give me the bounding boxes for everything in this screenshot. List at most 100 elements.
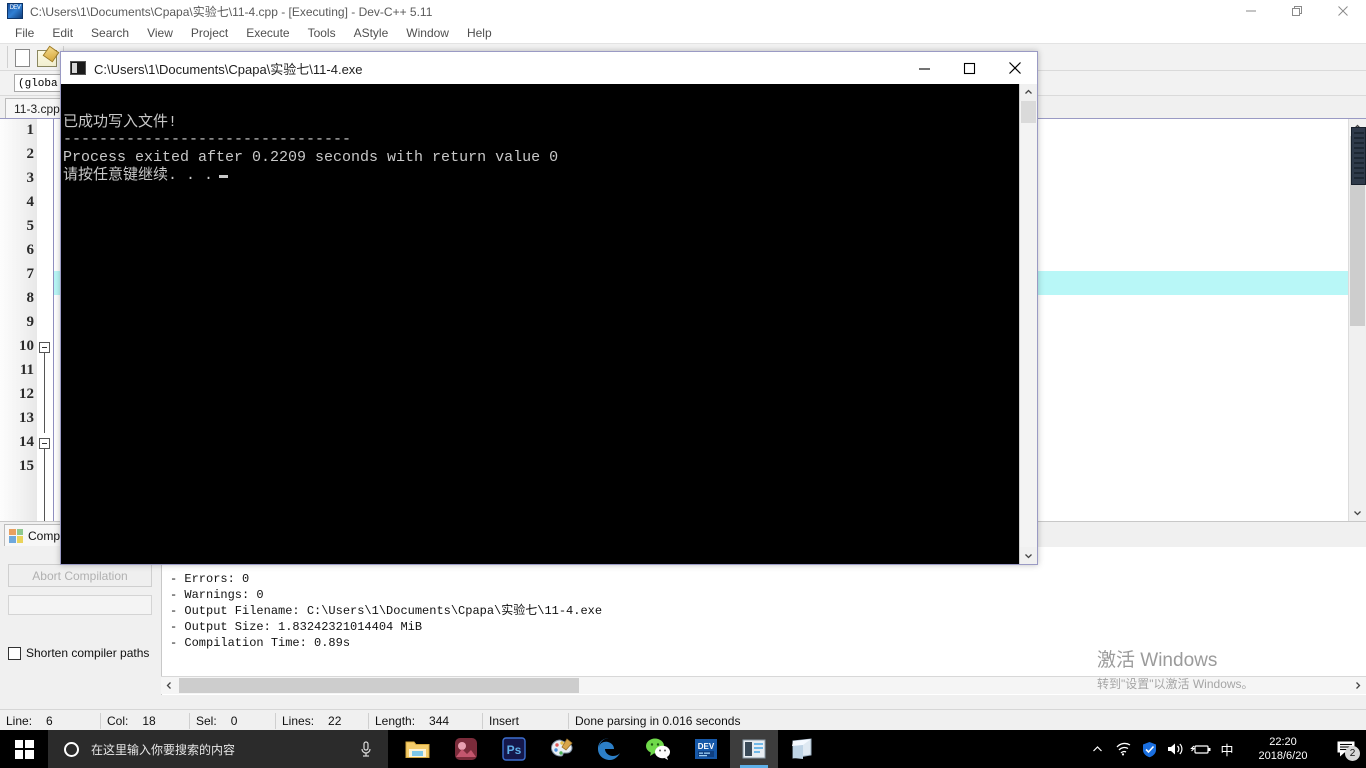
status-sel-value: 0 <box>230 713 238 728</box>
menu-edit[interactable]: Edit <box>43 24 82 42</box>
log-line: - Output Filename: C:\Users\1\Documents\… <box>170 604 603 618</box>
windows-start-button[interactable] <box>0 730 48 768</box>
windows-logo-icon <box>14 739 34 759</box>
menu-project[interactable]: Project <box>182 24 237 42</box>
clock-time: 22:20 <box>1269 736 1297 748</box>
compiler-controls: Abort Compilation Shorten compiler paths <box>0 547 160 710</box>
status-sel: Sel: 0 <box>190 710 275 731</box>
scrollbar-grip-icon <box>1351 127 1366 185</box>
compiler-tab-icon <box>9 528 23 543</box>
line-number: 12 <box>19 386 34 402</box>
hscrollbar-thumb[interactable] <box>179 678 579 693</box>
scroll-left-icon[interactable] <box>161 677 178 694</box>
new-file-icon[interactable] <box>15 49 30 67</box>
console-vertical-scrollbar[interactable] <box>1019 84 1037 564</box>
menu-help[interactable]: Help <box>458 24 501 42</box>
console-title: C:\Users\1\Documents\Cpapa\实验七\11-4.exe <box>94 61 363 77</box>
menu-astyle[interactable]: AStyle <box>345 24 398 42</box>
line-number: 10 <box>19 338 34 354</box>
taskbar-search-box[interactable]: 在这里输入你要搜索的内容 <box>48 730 388 768</box>
svg-text:Ps: Ps <box>507 743 522 757</box>
action-center-button[interactable]: 2 <box>1326 730 1366 768</box>
status-line: Line: 6 <box>0 710 100 731</box>
scroll-down-icon[interactable] <box>1349 504 1366 521</box>
line-number: 14 <box>19 434 34 450</box>
panel-tab-label: Comp <box>28 528 61 543</box>
console-maximize-button[interactable] <box>947 52 992 84</box>
search-placeholder: 在这里输入你要搜索的内容 <box>91 742 236 757</box>
status-message: Done parsing in 0.016 seconds <box>575 713 741 728</box>
menu-search[interactable]: Search <box>82 24 138 42</box>
taskbar-app-console-window[interactable] <box>730 730 778 768</box>
open-file-icon[interactable] <box>37 50 57 67</box>
shorten-compiler-paths-checkbox[interactable] <box>8 646 21 660</box>
taskbar-app-notepad-app[interactable] <box>778 730 826 768</box>
cortana-circle-icon <box>64 741 79 757</box>
ime-language-indicator[interactable]: 中 <box>1214 730 1240 768</box>
line-number-gutter: 1 2 3 4 5 6 7 8 9 10 11 12 13 14 15 <box>0 119 37 521</box>
console-window-controls <box>902 52 1037 84</box>
console-scrollbar-thumb[interactable] <box>1021 101 1036 123</box>
console-scroll-down-icon[interactable] <box>1020 547 1037 564</box>
taskbar-app-paint-tool[interactable] <box>538 730 586 768</box>
taskbar-clock[interactable]: 22:20 2018/6/20 <box>1240 730 1326 768</box>
taskbar-app-wechat[interactable] <box>634 730 682 768</box>
svg-text:DEV: DEV <box>698 742 715 751</box>
console-line: 请按任意键继续. . . <box>63 167 214 184</box>
abort-compilation-button[interactable]: Abort Compilation <box>8 564 152 587</box>
compiler-log[interactable]: Compilation results... -------- - Errors… <box>161 547 1366 695</box>
taskbar-app-dev-cpp[interactable]: DEV <box>682 730 730 768</box>
volume-icon[interactable] <box>1162 730 1188 768</box>
fold-guide-line <box>44 449 45 521</box>
line-number: 7 <box>26 266 35 282</box>
status-length: Length: 344 <box>369 710 482 731</box>
status-col-value: 18 <box>142 713 156 728</box>
fold-toggle-icon[interactable] <box>39 342 50 353</box>
security-shield-icon[interactable] <box>1136 730 1162 768</box>
taskbar-app-photoshop[interactable]: Ps <box>490 730 538 768</box>
close-button[interactable] <box>1320 0 1366 22</box>
scroll-right-icon[interactable] <box>1349 677 1366 694</box>
fold-toggle-icon[interactable] <box>39 438 50 449</box>
line-number: 3 <box>26 170 35 186</box>
status-line-value: 6 <box>46 713 53 728</box>
line-number: 1 <box>26 122 35 138</box>
editor-vertical-scrollbar[interactable] <box>1348 119 1366 521</box>
battery-icon[interactable] <box>1188 730 1214 768</box>
console-scroll-up-icon[interactable] <box>1020 84 1037 101</box>
menu-view[interactable]: View <box>138 24 182 42</box>
taskbar-app-file-explorer[interactable] <box>394 730 442 768</box>
notification-badge: 2 <box>1345 746 1360 761</box>
toolbar-separator <box>7 46 8 68</box>
devcpp-menubar: File Edit Search View Project Execute To… <box>0 22 1366 43</box>
desktop-screen: C:\Users\1\Documents\Cpapa\实验七\11-4.cpp … <box>0 0 1366 768</box>
clock-date: 2018/6/20 <box>1258 750 1308 762</box>
taskbar-app-microsoft-edge[interactable] <box>586 730 634 768</box>
compiler-log-horizontal-scrollbar[interactable] <box>161 676 1366 694</box>
wifi-icon[interactable] <box>1110 730 1136 768</box>
minimize-button[interactable] <box>1228 0 1274 22</box>
devcpp-icon <box>7 3 23 19</box>
console-window[interactable]: C:\Users\1\Documents\Cpapa\实验七\11-4.exe … <box>60 51 1038 565</box>
console-minimize-button[interactable] <box>902 52 947 84</box>
line-number: 11 <box>19 362 34 378</box>
menu-tools[interactable]: Tools <box>299 24 345 42</box>
menu-execute[interactable]: Execute <box>237 24 298 42</box>
maximize-button[interactable] <box>1274 0 1320 22</box>
chevron-up-icon[interactable] <box>1084 730 1110 768</box>
console-close-button[interactable] <box>992 52 1037 84</box>
console-output-area[interactable]: 已成功写入文件! -------------------------------… <box>61 84 1037 564</box>
console-icon <box>70 61 86 75</box>
status-insert-mode: Insert <box>489 713 520 728</box>
line-number: 8 <box>26 290 35 306</box>
taskbar-app-buttons: Ps DEV <box>394 730 826 768</box>
status-col-key: Col: <box>107 713 129 728</box>
line-number: 15 <box>19 458 34 474</box>
line-number: 4 <box>26 194 35 210</box>
console-titlebar[interactable]: C:\Users\1\Documents\Cpapa\实验七\11-4.exe <box>61 52 1037 84</box>
menu-window[interactable]: Window <box>397 24 458 42</box>
shorten-compiler-paths-row[interactable]: Shorten compiler paths <box>8 646 149 660</box>
taskbar-app-photo-app[interactable] <box>442 730 490 768</box>
menu-file[interactable]: File <box>6 24 43 42</box>
microphone-icon[interactable] <box>358 740 374 758</box>
